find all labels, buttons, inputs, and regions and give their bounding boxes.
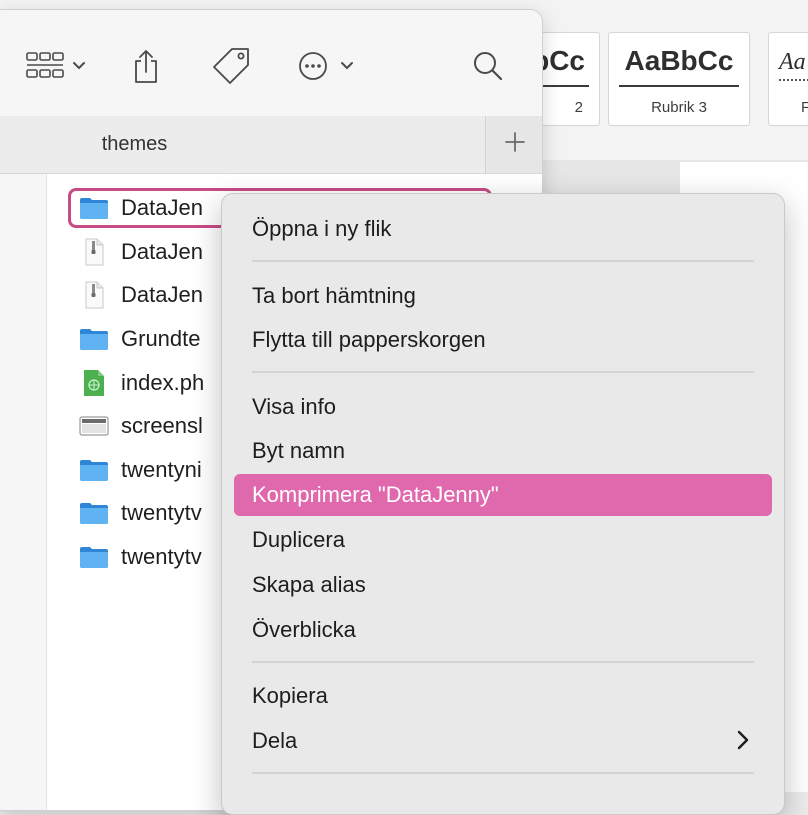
file-name: Grundte bbox=[121, 326, 201, 351]
tags-button[interactable] bbox=[210, 46, 252, 86]
zip-archive-icon bbox=[78, 281, 110, 309]
menu-item-get-info[interactable]: Visa info bbox=[234, 386, 772, 428]
folder-icon bbox=[78, 499, 110, 527]
file-name: twentytv bbox=[121, 544, 202, 569]
action-menu-button[interactable] bbox=[298, 46, 354, 86]
menu-separator bbox=[252, 661, 754, 663]
menu-item-label: Öppna i ny flik bbox=[252, 216, 392, 241]
tab-bar: themes bbox=[0, 116, 542, 174]
menu-item-label: Komprimera "DataJenny" bbox=[252, 482, 499, 507]
menu-item-label: Visa info bbox=[252, 394, 336, 419]
finder-toolbar bbox=[0, 10, 542, 116]
menu-item-copy[interactable]: Kopiera bbox=[234, 675, 772, 717]
file-name: twentyni bbox=[121, 457, 202, 482]
menu-item-compress[interactable]: Komprimera "DataJenny" bbox=[234, 474, 772, 516]
list-gutter bbox=[0, 174, 47, 810]
file-name: DataJen bbox=[121, 239, 203, 264]
menu-item-make-alias[interactable]: Skapa alias bbox=[234, 564, 772, 606]
menu-separator bbox=[252, 371, 754, 373]
context-menu: Öppna i ny flik Ta bort hämtning Flytta … bbox=[221, 193, 785, 815]
menu-item-label: Duplicera bbox=[252, 527, 345, 552]
style-sample: AaBbCc bbox=[624, 45, 734, 76]
screenshot-file-icon bbox=[78, 412, 110, 440]
style-card-next[interactable]: Aa F bbox=[768, 32, 808, 126]
menu-item-open-in-new-tab[interactable]: Öppna i ny flik bbox=[234, 208, 772, 250]
style-card-rubrik-3[interactable]: AaBbCc Rubrik 3 bbox=[608, 32, 750, 126]
share-icon bbox=[132, 48, 160, 84]
new-tab-button[interactable] bbox=[487, 116, 542, 173]
menu-item-label: Flytta till papperskorgen bbox=[252, 327, 486, 352]
menu-item-label: Skapa alias bbox=[252, 572, 366, 597]
folder-icon bbox=[78, 456, 110, 484]
menu-item-move-to-trash[interactable]: Flytta till papperskorgen bbox=[234, 319, 772, 361]
style-underline bbox=[619, 85, 739, 87]
folder-icon bbox=[78, 325, 110, 353]
view-options-button[interactable] bbox=[26, 46, 86, 86]
menu-separator bbox=[252, 260, 754, 262]
menu-item-remove-download[interactable]: Ta bort hämtning bbox=[234, 275, 772, 317]
search-button[interactable] bbox=[472, 46, 504, 86]
icon-grid-icon bbox=[26, 51, 64, 81]
chevron-down-icon bbox=[72, 61, 86, 71]
menu-item-label: Ta bort hämtning bbox=[252, 283, 416, 308]
chevron-right-icon bbox=[736, 729, 750, 757]
file-name: DataJen bbox=[121, 282, 203, 307]
style-name: F bbox=[801, 99, 808, 116]
menu-item-share[interactable]: Dela bbox=[234, 720, 772, 762]
folder-icon bbox=[78, 194, 110, 222]
menu-item-label: Överblicka bbox=[252, 617, 356, 642]
menu-item-label: Dela bbox=[252, 728, 298, 753]
file-name: screensl bbox=[121, 413, 203, 438]
tab-themes[interactable]: themes bbox=[0, 116, 486, 173]
file-name: twentytv bbox=[121, 500, 202, 525]
style-sample: Aa bbox=[779, 49, 806, 75]
menu-item-label: Kopiera bbox=[252, 683, 328, 708]
file-name: DataJen bbox=[121, 195, 203, 220]
share-button[interactable] bbox=[132, 46, 160, 86]
php-file-icon bbox=[78, 369, 110, 397]
menu-item-duplicate[interactable]: Duplicera bbox=[234, 519, 772, 561]
zip-archive-icon bbox=[78, 238, 110, 266]
style-name: 2 bbox=[574, 99, 583, 116]
file-name: index.ph bbox=[121, 370, 205, 395]
menu-item-quick-look[interactable]: Överblicka bbox=[234, 609, 772, 651]
style-underline bbox=[779, 79, 808, 81]
chevron-down-icon bbox=[340, 61, 354, 71]
menu-item-rename[interactable]: Byt namn bbox=[234, 430, 772, 472]
folder-icon bbox=[78, 543, 110, 571]
menu-item-label: Byt namn bbox=[252, 438, 345, 463]
style-name: Rubrik 3 bbox=[651, 99, 707, 116]
search-icon bbox=[472, 50, 504, 82]
plus-icon bbox=[504, 131, 526, 158]
more-icon bbox=[298, 51, 328, 81]
tab-label: themes bbox=[101, 133, 168, 155]
tag-icon bbox=[210, 47, 252, 85]
menu-separator bbox=[252, 772, 754, 774]
